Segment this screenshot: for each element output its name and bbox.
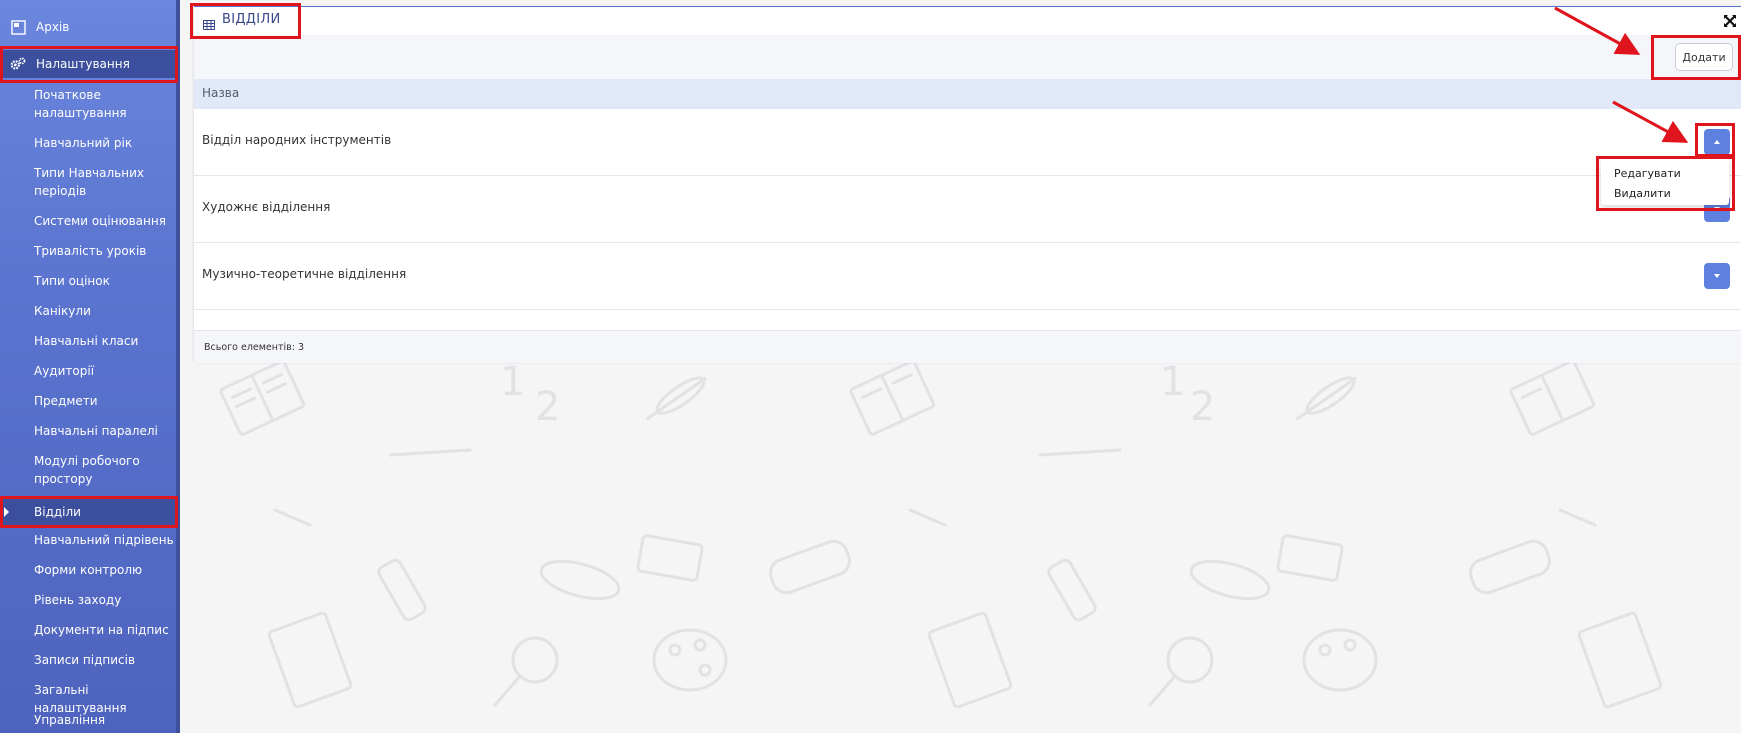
sidebar-item-grading-systems[interactable]: Системи оцінювання bbox=[0, 212, 176, 230]
toolbar: Додати bbox=[194, 35, 1741, 79]
sidebar-item-label: Управління доступами bbox=[34, 713, 106, 733]
highlight-box-add bbox=[1651, 35, 1741, 80]
row-name: Музично-теоретичне відділення bbox=[202, 267, 407, 281]
sidebar-item-archive[interactable]: Архів bbox=[0, 16, 176, 38]
departments-panel: ВІДДІЛИ Додати Назва Відділ народних інс… bbox=[194, 6, 1741, 363]
sidebar-item-academic-year[interactable]: Навчальний рік bbox=[0, 134, 176, 152]
sidebar-item-label: Форми контролю bbox=[34, 563, 143, 577]
sidebar-item-sublevel[interactable]: Навчальний підрівень bbox=[0, 531, 176, 549]
sidebar-item-label: Навчальні паралелі bbox=[34, 424, 158, 438]
sidebar-item-event-level[interactable]: Рівень заходу bbox=[0, 591, 176, 609]
sidebar-item-signature-records[interactable]: Записи підписів bbox=[0, 651, 176, 669]
highlight-box-settings bbox=[0, 46, 178, 83]
column-header-name[interactable]: Назва bbox=[194, 79, 1741, 110]
sidebar-item-label: Записи підписів bbox=[34, 653, 136, 667]
sidebar-item-parallels[interactable]: Навчальні паралелі bbox=[0, 422, 176, 440]
sidebar-item-lesson-duration[interactable]: Тривалість уроків bbox=[0, 242, 176, 260]
sidebar-item-label: Документи на підпис bbox=[34, 623, 169, 637]
sidebar-item-label: Навчальні класи bbox=[34, 334, 139, 348]
table-row[interactable]: Художнє відділення bbox=[194, 176, 1741, 243]
highlight-box-title bbox=[190, 3, 301, 39]
table-row[interactable]: Відділ народних інструментів bbox=[194, 109, 1741, 176]
svg-text:2: 2 bbox=[535, 384, 560, 430]
row-actions-button[interactable] bbox=[1704, 263, 1730, 289]
highlight-box-dropdown bbox=[1596, 156, 1735, 211]
sidebar-item-label: Рівень заходу bbox=[34, 593, 122, 607]
archive-icon bbox=[10, 19, 26, 35]
svg-text:1: 1 bbox=[1160, 359, 1185, 405]
column-header-label: Назва bbox=[202, 86, 240, 100]
panel-header: ВІДДІЛИ bbox=[194, 7, 1741, 35]
svg-text:1: 1 bbox=[500, 359, 525, 405]
sidebar-item-label: Архів bbox=[36, 20, 70, 34]
sidebar-item-classes[interactable]: Навчальні класи bbox=[0, 332, 176, 350]
sidebar-item-access-management[interactable]: Управління доступами bbox=[0, 711, 176, 733]
sidebar-item-label: Системи оцінювання bbox=[34, 214, 166, 228]
table-footer: Всього елементів: 3 bbox=[194, 330, 1741, 363]
sidebar-item-label: Типи оцінок bbox=[34, 274, 110, 288]
fullscreen-toggle-icon[interactable] bbox=[1723, 13, 1737, 27]
sidebar-item-initial-setup[interactable]: Початкове налаштування bbox=[0, 86, 176, 122]
sidebar-item-workspace-modules[interactable]: Модулі робочого простору bbox=[0, 452, 176, 488]
highlight-box-actions bbox=[1695, 123, 1735, 157]
sidebar: Архів Налаштування Початкове налаштуванн… bbox=[0, 0, 180, 733]
table-row[interactable]: Музично-теоретичне відділення bbox=[194, 243, 1741, 310]
sidebar-item-grade-types[interactable]: Типи оцінок bbox=[0, 272, 176, 290]
row-name: Відділ народних інструментів bbox=[202, 133, 392, 147]
sidebar-item-label: Початкове налаштування bbox=[34, 88, 127, 120]
sidebar-item-control-forms[interactable]: Форми контролю bbox=[0, 561, 176, 579]
sidebar-item-holidays[interactable]: Канікули bbox=[0, 302, 176, 320]
sidebar-item-classrooms[interactable]: Аудиторії bbox=[0, 362, 176, 380]
highlight-box-departments bbox=[0, 496, 178, 528]
row-name: Художнє відділення bbox=[202, 200, 331, 214]
total-count: Всього елементів: 3 bbox=[204, 342, 304, 353]
sidebar-item-label: Аудиторії bbox=[34, 364, 95, 378]
sidebar-item-subjects[interactable]: Предмети bbox=[0, 392, 176, 410]
sidebar-item-label: Канікули bbox=[34, 304, 91, 318]
sidebar-item-label: Навчальний рік bbox=[34, 136, 133, 150]
sidebar-item-label: Навчальний підрівень bbox=[34, 533, 174, 547]
svg-text:2: 2 bbox=[1190, 384, 1215, 430]
chevron-down-icon bbox=[1714, 274, 1720, 278]
sidebar-item-label: Предмети bbox=[34, 394, 98, 408]
sidebar-item-label: Типи Навчальних періодів bbox=[34, 166, 144, 198]
sidebar-item-period-types[interactable]: Типи Навчальних періодів bbox=[0, 164, 176, 200]
sidebar-item-documents-to-sign[interactable]: Документи на підпис bbox=[0, 621, 176, 639]
sidebar-item-label: Модулі робочого простору bbox=[34, 454, 140, 486]
sidebar-item-label: Тривалість уроків bbox=[34, 244, 147, 258]
